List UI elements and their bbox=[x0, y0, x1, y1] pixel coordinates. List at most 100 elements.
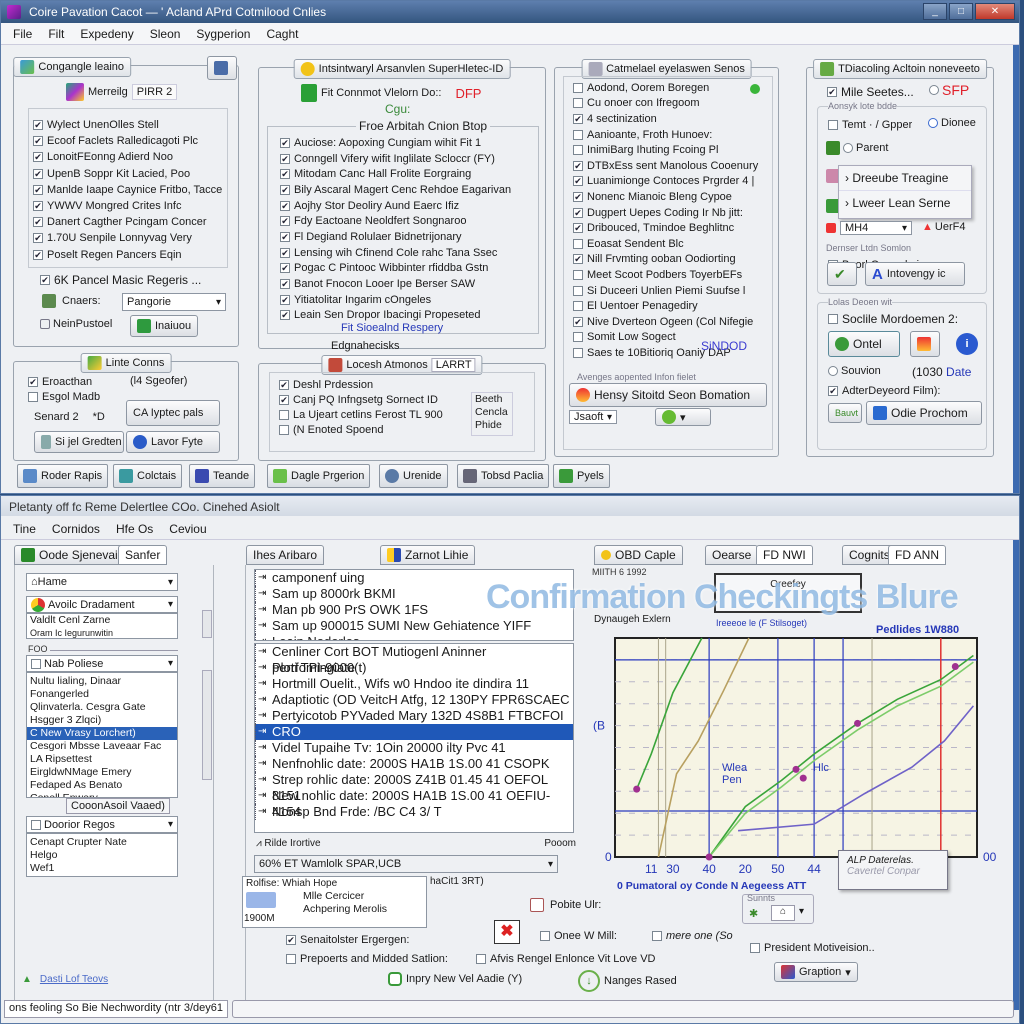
inpry-button[interactable]: Inpry New Vel Aadie (Y) bbox=[382, 972, 528, 986]
checkbox[interactable]: ✔ bbox=[33, 233, 43, 244]
checkbox[interactable]: ✔ bbox=[280, 263, 290, 274]
checkbox-item[interactable]: ✔ YWWV Mongred Crites Infc bbox=[33, 198, 223, 214]
ontel-button[interactable]: Ontel bbox=[828, 331, 900, 357]
toolbar-teande[interactable]: Teande bbox=[189, 464, 256, 488]
iyptec-button[interactable]: CA Iyptec pals bbox=[126, 400, 220, 426]
checkbox[interactable] bbox=[573, 347, 583, 358]
maximize-button[interactable]: □ bbox=[949, 3, 973, 20]
checkbox[interactable]: ✔ bbox=[573, 316, 583, 327]
panel-options-button[interactable] bbox=[207, 56, 237, 80]
cnaers-select[interactable]: Pangorie bbox=[122, 293, 226, 311]
checkbox-item[interactable]: ✔ Leain Sen Dropor Ibacingi Propeseted bbox=[280, 308, 538, 324]
mini-list-scrollbar[interactable] bbox=[202, 610, 212, 638]
checkbox-item[interactable]: Cu onoer con Ifregoom bbox=[573, 96, 773, 112]
checkbox[interactable]: ✔ bbox=[573, 160, 583, 171]
dasti-link[interactable]: ▲ Dasti Lof Teovs bbox=[22, 974, 108, 985]
checkbox[interactable]: ✔ bbox=[279, 379, 289, 390]
checkbox[interactable]: ✔ bbox=[33, 168, 43, 179]
window-scrollbar[interactable] bbox=[1013, 45, 1019, 493]
menu-cornidos[interactable]: Cornidos bbox=[52, 522, 100, 536]
checkbox-item[interactable]: Meet Scoot Podbers ToyerbEFs bbox=[573, 267, 773, 283]
list-item[interactable]: CRO bbox=[255, 724, 573, 740]
tree-main[interactable]: Cenliner Cort BOT Mutiogenl Aninner Plor… bbox=[254, 643, 574, 833]
tab-oode-sjenevain[interactable]: Oode Sjenevain bbox=[14, 545, 132, 565]
list-item[interactable]: Valdlt Cenl Zarne bbox=[27, 614, 177, 627]
side-list-item[interactable]: Phide bbox=[472, 419, 512, 432]
checkbox-item[interactable]: ✔ Auciose: Aopoxing Cungiam wihit Fit 1 bbox=[280, 135, 538, 151]
toolbar-pyels[interactable]: Pyels bbox=[553, 464, 610, 488]
checkbox[interactable]: ✔ bbox=[33, 184, 43, 195]
tab-fd-nwi[interactable]: FD NWI bbox=[756, 545, 813, 565]
checkbox-item[interactable]: ✔ 1.70U Senpile Lonnyvag Very bbox=[33, 230, 223, 246]
mile-seetes-checkbox[interactable]: ✔ Mile Seetes... bbox=[827, 84, 914, 100]
after-checkbox[interactable]: ✔ AdterDeyeord Film): bbox=[828, 383, 940, 399]
checkbox[interactable]: ✔ bbox=[280, 137, 290, 148]
list-item[interactable]: Helgo bbox=[27, 849, 177, 862]
nab-select[interactable]: Nab Poliese bbox=[26, 655, 178, 672]
tab-fd-ann[interactable]: FD ANN bbox=[888, 545, 947, 565]
checkbox[interactable] bbox=[573, 332, 583, 343]
checkbox[interactable] bbox=[573, 82, 583, 93]
list-item[interactable]: Cesgori Mbsse Laveaar Fac bbox=[27, 740, 177, 753]
refresh-button[interactable]: ▾ bbox=[655, 408, 711, 426]
menu-caght[interactable]: Caght bbox=[266, 27, 298, 41]
list-item[interactable]: Nonsp Bnd Frde: /BC C4 3/ T bbox=[255, 804, 573, 820]
doorior-list[interactable]: Cenapt Crupter Nate Helgo Wef1 bbox=[26, 833, 178, 877]
checkbox-item[interactable]: ✔ Fl Degiand Rolulaer Bidnetrijonary bbox=[280, 229, 538, 245]
tab-ihes-aribaro[interactable]: Ihes Aribaro bbox=[246, 545, 325, 565]
locesh-side-list[interactable]: Beeth Cencla Phide bbox=[471, 392, 513, 436]
checkbox[interactable]: ✔ bbox=[33, 201, 43, 212]
checkbox[interactable]: ✔ bbox=[33, 120, 43, 131]
checkbox-item[interactable]: ✔ Conngell Vifery wifit Inglilate Scloccr… bbox=[280, 151, 538, 167]
checkbox[interactable] bbox=[279, 424, 289, 435]
menu-sygperion[interactable]: Sygperion bbox=[196, 27, 250, 41]
info-icon[interactable]: i bbox=[956, 333, 978, 355]
footer-link[interactable]: Fit Sioealnd Respery bbox=[341, 322, 443, 334]
checkbox[interactable] bbox=[573, 98, 583, 109]
checkbox-item[interactable]: ✔ Wylect UnenOlles Stell bbox=[33, 117, 223, 133]
tab-sanfer[interactable]: Sanfer bbox=[118, 545, 168, 565]
checkbox-item[interactable]: Aodond, Oorem Boregen bbox=[573, 80, 773, 96]
sfp-radio[interactable]: SFP bbox=[929, 82, 969, 98]
checkbox[interactable] bbox=[573, 301, 583, 312]
minimize-button[interactable]: _ bbox=[923, 3, 947, 20]
graption-button[interactable]: Graption ▾ bbox=[774, 962, 858, 982]
checkbox[interactable]: ✔ bbox=[573, 207, 583, 218]
check-button[interactable]: ✔ bbox=[827, 262, 857, 286]
checkbox[interactable]: ✔ bbox=[280, 247, 290, 258]
menu-ceviou[interactable]: Ceviou bbox=[169, 522, 206, 536]
jsaoft-select[interactable]: Jsaoft bbox=[569, 410, 617, 424]
list-item[interactable]: LA Ripsettest bbox=[27, 753, 177, 766]
checkbox-item[interactable]: ✔ Manlde Iaape Caynice Fritbo, Tacce bbox=[33, 182, 223, 198]
souvion-radio[interactable]: Souvion bbox=[828, 365, 881, 377]
menu-file[interactable]: File bbox=[13, 27, 32, 41]
nab-list-scrollbar[interactable] bbox=[202, 670, 212, 780]
side-list-item[interactable]: Cencla bbox=[472, 406, 512, 419]
eroacthan-checkbox[interactable]: ✔ Eroacthan bbox=[28, 374, 92, 390]
list-item[interactable]: Sam up 900015 SUMI New Gehiatence YIFF bbox=[255, 618, 573, 634]
checkbox-item[interactable]: ✔ Aojhy Stor Deoliry Aund Eaerc Ifiz bbox=[280, 198, 538, 214]
list-item[interactable]: Qlinvaterla. Cesgra Gate bbox=[27, 701, 177, 714]
checkbox-item[interactable]: ✔ UpenB Soppr Kit Lacied, Poo bbox=[33, 166, 223, 182]
menu-sleon[interactable]: Sleon bbox=[150, 27, 181, 41]
toolbar-tobsd-paclia[interactable]: Tobsd Paclia bbox=[457, 464, 550, 488]
checkbox-item[interactable]: ✔ Pogac C Pintooc Wibbinter rfiddba Gstn bbox=[280, 261, 538, 277]
checkbox[interactable]: ✔ bbox=[573, 113, 583, 124]
checkbox[interactable]: ✔ bbox=[280, 153, 290, 164]
menu-expedeny[interactable]: Expedeny bbox=[80, 27, 133, 41]
list-item[interactable]: Hsgger 3 Zlqci) bbox=[27, 714, 177, 727]
list-item[interactable]: perti TPI-9000(t) bbox=[255, 660, 573, 676]
list-item[interactable]: Videl Tupaihe Tv: 1Oin 20000 ilty Pvc 41 bbox=[255, 740, 573, 756]
checkbox[interactable]: ✔ bbox=[280, 310, 290, 321]
checkbox-item[interactable]: ✔ Poselt Regen Pancers Eqin bbox=[33, 247, 223, 263]
toolbar-urenide[interactable]: Urenide bbox=[379, 464, 448, 488]
odie-prochom-button[interactable]: Odie Prochom bbox=[866, 401, 982, 425]
checkbox-item[interactable]: ✔ Ecoof Faclets Ralledicagoti Plc bbox=[33, 133, 223, 149]
sensor-checkbox[interactable]: ✔ Senaitolster Ergergen: bbox=[286, 932, 409, 948]
checkbox[interactable]: ✔ bbox=[573, 176, 583, 187]
checkbox-item[interactable]: InimiBarg Ihuting Fcoing Pl bbox=[573, 142, 773, 158]
tab-obd-caple[interactable]: OBD Caple bbox=[594, 545, 683, 565]
checkbox[interactable]: ✔ bbox=[573, 223, 583, 234]
checkbox-item[interactable]: ✔ Danert Cagther Pcingam Concer bbox=[33, 214, 223, 230]
list-item[interactable]: Strep rohlic date: 2000S Z41B 01.45 41 O… bbox=[255, 772, 573, 803]
